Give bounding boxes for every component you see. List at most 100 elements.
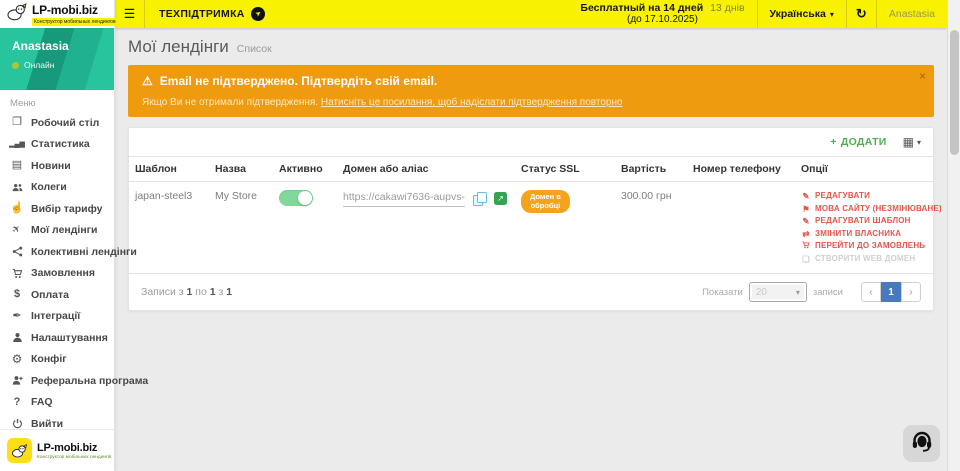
scrollbar-thumb[interactable] xyxy=(950,30,959,155)
col-header-name: Назва xyxy=(209,157,273,182)
topbar-username[interactable]: Anastasia xyxy=(876,0,947,28)
sidebar-item-statistics[interactable]: Статистика xyxy=(0,134,114,156)
option-edit[interactable]: РЕДАГУВАТИ xyxy=(801,190,927,203)
cell-phone xyxy=(687,182,795,274)
telegram-icon xyxy=(251,7,265,21)
payment-icon xyxy=(10,289,24,300)
refresh-button[interactable] xyxy=(846,0,876,28)
table-row: japan-steel3 My Store ↗ xyxy=(129,182,933,274)
flag-icon xyxy=(801,203,811,216)
logo-title: LP-mobi.biz xyxy=(32,3,118,17)
col-header-phone: Номер телефону xyxy=(687,157,795,182)
copy-icon[interactable] xyxy=(473,192,486,205)
col-header-ssl: Статус SSL xyxy=(515,157,615,182)
news-icon xyxy=(10,160,24,171)
option-change-owner[interactable]: ЗМІНИТИ ВЛАСНИКА xyxy=(801,228,927,241)
file-icon xyxy=(801,253,811,266)
sidebar-item-settings[interactable]: Налаштування xyxy=(0,327,114,349)
language-selector[interactable]: Українська xyxy=(757,0,846,28)
pagination-next-button[interactable]: › xyxy=(901,282,921,302)
sidebar-item-collective-landings[interactable]: Колективні лендінги xyxy=(0,241,114,263)
sidebar-item-faq[interactable]: FAQ xyxy=(0,392,114,414)
sidebar-item-label: Статистика xyxy=(31,138,90,150)
sidebar-item-label: FAQ xyxy=(31,396,53,408)
hamburger-icon xyxy=(124,6,136,22)
option-create-web-domain: СТВОРИТИ WEB ДОМЕН xyxy=(801,253,927,266)
add-landing-button[interactable]: ДОДАТИ xyxy=(830,136,886,148)
sidebar-item-integrations[interactable]: Інтеграції xyxy=(0,306,114,328)
sidebar-item-config[interactable]: Конфіг xyxy=(0,349,114,371)
sidebar-item-label: Вийти xyxy=(31,418,63,430)
power-icon xyxy=(10,418,24,429)
external-link-icon[interactable]: ↗ xyxy=(494,192,507,205)
records-info: Записи з 1 по 1 з 1 xyxy=(141,286,232,298)
support-chat-button[interactable] xyxy=(903,425,940,462)
col-header-active: Активно xyxy=(273,157,337,182)
sidebar-item-referral[interactable]: Реферальна програма xyxy=(0,370,114,392)
close-icon[interactable]: × xyxy=(919,70,926,82)
sidebar: LP-mobi.biz Конструктор мобильных лендин… xyxy=(0,0,115,471)
sidebar-item-orders[interactable]: Замовлення xyxy=(0,263,114,285)
sidebar-item-tariff[interactable]: Вибір тарифу xyxy=(0,198,114,220)
sidebar-item-payment[interactable]: Оплата xyxy=(0,284,114,306)
col-header-domain: Домен або аліас xyxy=(337,157,515,182)
option-edit-template[interactable]: РЕДАГУВАТИ ШАБЛОН xyxy=(801,215,927,228)
trial-plan-label: Бесплатный на 14 дней xyxy=(580,2,703,14)
headset-icon xyxy=(910,429,934,458)
sidebar-item-label: Вибір тарифу xyxy=(31,203,103,215)
pagination-page-1[interactable]: 1 xyxy=(881,282,901,302)
banner-body-text: Якщо Ви не отримали підтвердження. xyxy=(142,97,321,108)
landings-icon xyxy=(10,225,24,235)
sidebar-item-my-landings[interactable]: Мої лендінги xyxy=(0,220,114,242)
colleagues-icon xyxy=(10,182,24,193)
grid-icon xyxy=(903,133,914,151)
sidebar-item-desktop[interactable]: Робочий стіл xyxy=(0,112,114,134)
sidebar-footer-logo[interactable]: LP-mobi.biz Конструктор мобільних лендин… xyxy=(0,429,114,471)
sidebar-item-label: Замовлення xyxy=(31,267,95,279)
referral-icon xyxy=(10,375,24,386)
sidebar-item-news[interactable]: Новини xyxy=(0,155,114,177)
tech-support-label: ТЕХПІДТРИМКА xyxy=(159,8,245,20)
footer-logo-title: LP-mobi.biz xyxy=(37,442,111,454)
user-name: Anastasia xyxy=(12,39,102,53)
plus-icon xyxy=(830,136,836,148)
dog-mascot-icon xyxy=(6,3,28,26)
app-window: LP-mobi.biz Конструктор мобильных лендин… xyxy=(0,0,960,471)
option-go-to-orders[interactable]: ПЕРЕЙТИ ДО ЗАМОВЛЕНЬ xyxy=(801,240,927,253)
cell-price: 300.00 грн xyxy=(615,182,687,274)
resend-confirmation-link[interactable]: Натисніть це посилання, щоб надіслати пі… xyxy=(321,97,623,108)
caret-down-icon xyxy=(796,288,800,297)
online-status-dot xyxy=(12,62,19,69)
pagination-prev-button[interactable]: ‹ xyxy=(861,282,881,302)
page-title: Мої лендінги xyxy=(128,37,229,57)
sidebar-item-label: Реферальна програма xyxy=(31,375,148,387)
menu-toggle-button[interactable] xyxy=(115,0,145,28)
warning-icon xyxy=(142,74,153,88)
trial-status: Бесплатный на 14 дней 13 днів (до 17.10.… xyxy=(568,0,756,28)
page-size-label: Показати xyxy=(702,287,743,298)
sidebar-item-colleagues[interactable]: Колеги xyxy=(0,177,114,199)
page-subtitle: Список xyxy=(237,43,272,55)
sidebar-item-label: Оплата xyxy=(31,289,69,301)
active-toggle[interactable] xyxy=(279,190,313,206)
domain-input[interactable] xyxy=(343,190,465,207)
sidebar-logo[interactable]: LP-mobi.biz Конструктор мобильных лендин… xyxy=(0,0,114,28)
tariff-icon xyxy=(10,203,24,214)
records-unit-label: записи xyxy=(813,287,843,298)
sidebar-item-label: Мої лендінги xyxy=(31,224,98,236)
sidebar-item-label: Налаштування xyxy=(31,332,108,344)
main-content: Мої лендінги Список Email не підтверджен… xyxy=(115,28,947,471)
col-header-template: Шаблон xyxy=(129,157,209,182)
tech-support-button[interactable]: ТЕХПІДТРИМКА xyxy=(145,0,279,28)
dog-mascot-icon xyxy=(7,438,32,463)
stats-icon xyxy=(10,141,24,148)
sidebar-item-label: Робочий стіл xyxy=(31,117,99,129)
page-size-select[interactable]: 20 xyxy=(749,282,807,302)
column-visibility-button[interactable] xyxy=(903,133,921,151)
banner-title: Email не підтверджено. Підтвердіть свій … xyxy=(160,74,438,88)
menu-section-label: Меню xyxy=(0,90,114,112)
integrations-icon xyxy=(10,311,24,322)
edit-icon xyxy=(801,190,811,203)
option-site-language[interactable]: МОВА САЙТУ (НЕЗМІНЮВАНЕ) xyxy=(801,203,927,216)
cell-name: My Store xyxy=(209,182,273,274)
